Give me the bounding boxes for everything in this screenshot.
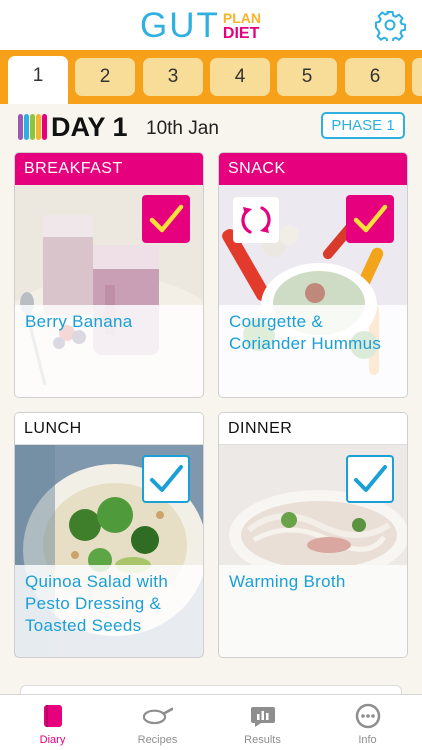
tab-day-2[interactable]: 2 xyxy=(75,58,135,96)
swap-recipe-button[interactable] xyxy=(233,197,279,243)
meal-label-lunch: LUNCH xyxy=(15,413,203,445)
day-date: 10th Jan xyxy=(146,118,219,139)
nav-info-label: Info xyxy=(358,734,377,746)
results-icon xyxy=(248,702,278,730)
lunch-checkbox[interactable] xyxy=(142,455,190,503)
recipe-title-breakfast: Berry Banana xyxy=(25,312,133,331)
logo-sub: PLAN DIET xyxy=(222,10,262,42)
tab-day-partial[interactable] xyxy=(412,58,422,96)
logo-main-text: GUT xyxy=(140,6,220,45)
nav-results-label: Results xyxy=(244,734,281,746)
info-icon xyxy=(353,702,383,730)
bottom-nav: Diary Recipes Results Info xyxy=(0,694,422,750)
meal-label-dinner: DINNER xyxy=(219,413,407,445)
diary-icon xyxy=(38,702,68,730)
recipe-title-dinner: Warming Broth xyxy=(229,572,346,591)
nav-recipes[interactable]: Recipes xyxy=(105,695,210,750)
meal-label-breakfast: BREAKFAST xyxy=(15,153,203,185)
nav-info[interactable]: Info xyxy=(315,695,420,750)
meal-card-lunch[interactable]: LUNCH Quinoa Salad with Pesto Dressing &… xyxy=(14,412,204,658)
phase-button[interactable]: PHASE 1 xyxy=(321,112,405,139)
checkmark-icon xyxy=(149,204,184,233)
logo-top-text: PLAN xyxy=(222,10,262,26)
nav-results[interactable]: Results xyxy=(210,695,315,750)
checkmark-icon xyxy=(354,465,387,492)
nav-diary[interactable]: Diary xyxy=(0,695,105,750)
settings-gear-icon[interactable] xyxy=(374,9,407,44)
meal-card-snack[interactable]: SNACK Courgette & Coriander Hummus xyxy=(218,152,408,398)
dinner-checkbox[interactable] xyxy=(346,455,394,503)
checkmark-icon xyxy=(150,465,183,492)
day-title: DAY 1 xyxy=(51,112,128,142)
pan-icon xyxy=(142,702,173,730)
recipe-title-snack: Courgette & Coriander Hummus xyxy=(229,312,382,353)
recipe-title-lunch: Quinoa Salad with Pesto Dressing & Toast… xyxy=(25,572,169,635)
nav-diary-label: Diary xyxy=(39,734,66,746)
meal-card-dinner[interactable]: DINNER Warming Broth xyxy=(218,412,408,658)
meal-label-snack: SNACK xyxy=(219,153,407,185)
tab-day-1[interactable]: 1 xyxy=(8,56,68,104)
tab-day-5[interactable]: 5 xyxy=(277,58,337,96)
day-tab-bar: 1 2 3 4 5 6 xyxy=(0,50,422,104)
checkmark-icon xyxy=(353,204,388,233)
app-logo: GUT PLAN DIET xyxy=(140,8,261,44)
logo-bottom-text: DIET xyxy=(222,25,260,42)
tab-day-6[interactable]: 6 xyxy=(345,58,405,96)
breakfast-checkbox[interactable] xyxy=(142,195,190,243)
nav-recipes-label: Recipes xyxy=(137,734,178,746)
day-stripes-icon xyxy=(18,114,47,140)
tab-day-3[interactable]: 3 xyxy=(143,58,203,96)
tab-day-4[interactable]: 4 xyxy=(210,58,270,96)
app-header: GUT PLAN DIET xyxy=(0,0,422,50)
meal-card-breakfast[interactable]: BREAKFAST Berry Banana xyxy=(14,152,204,398)
snack-checkbox[interactable] xyxy=(346,195,394,243)
swap-icon xyxy=(241,206,271,234)
